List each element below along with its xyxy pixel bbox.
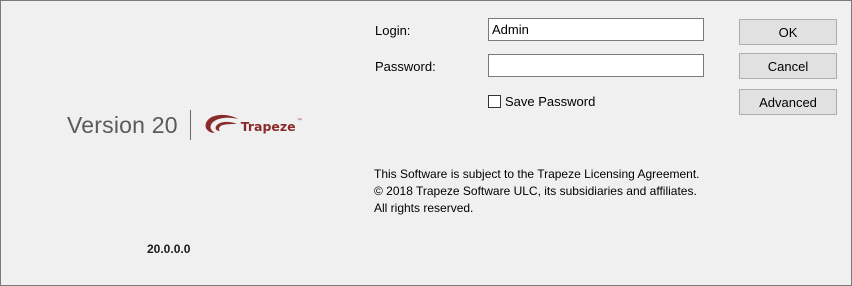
legal-notice: This Software is subject to the Trapeze … <box>374 166 700 217</box>
legal-line-rights: All rights reserved. <box>374 201 474 215</box>
login-dialog: Version 20 Trapeze ™ 20.0.0.0 Login: Pas… <box>0 0 852 286</box>
cancel-button[interactable]: Cancel <box>739 53 837 79</box>
ok-button[interactable]: OK <box>739 19 837 45</box>
trademark-symbol: ™ <box>296 118 303 125</box>
advanced-button[interactable]: Advanced <box>739 89 837 115</box>
brand-divider <box>189 110 191 140</box>
save-password-checkbox[interactable]: Save Password <box>488 94 595 109</box>
version-label: Version 20 <box>67 112 178 138</box>
login-field[interactable] <box>488 18 704 41</box>
checkbox-box[interactable] <box>488 95 501 108</box>
trapeze-swoosh-icon <box>205 114 238 133</box>
login-label: Login: <box>375 23 411 38</box>
password-field[interactable] <box>488 54 704 77</box>
password-label: Password: <box>375 59 436 74</box>
trapeze-logo: Trapeze ™ <box>204 114 303 136</box>
legal-line-license: This Software is subject to the Trapeze … <box>374 167 700 181</box>
brand-area: Version 20 Trapeze ™ <box>67 107 303 143</box>
logo-text: Trapeze <box>240 118 296 134</box>
legal-line-copyright: © 2018 Trapeze Software ULC, its subsidi… <box>374 184 697 198</box>
save-password-label[interactable]: Save Password <box>505 94 595 109</box>
build-version: 20.0.0.0 <box>147 242 191 256</box>
